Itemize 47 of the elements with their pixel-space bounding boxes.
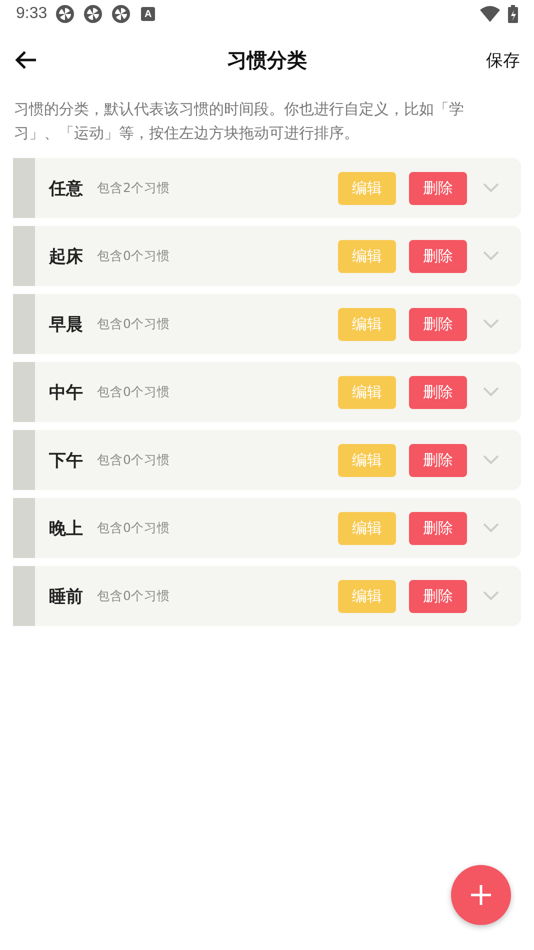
drag-handle[interactable] (13, 430, 35, 490)
chevron-icon[interactable] (483, 251, 499, 261)
category-name: 睡前 (49, 586, 83, 608)
category-name: 任意 (49, 178, 83, 200)
habit-count: 包含2个习惯 (97, 180, 171, 196)
add-button[interactable] (451, 865, 511, 925)
wifi-icon (480, 6, 500, 22)
delete-button[interactable]: 删除 (409, 444, 467, 476)
category-name: 早晨 (49, 314, 83, 336)
delete-button[interactable]: 删除 (409, 240, 467, 272)
category-name: 起床 (49, 246, 83, 268)
keyboard-icon: A (141, 7, 156, 21)
delete-button[interactable]: 删除 (409, 308, 467, 340)
category-name: 晚上 (49, 518, 83, 540)
chevron-icon[interactable] (483, 387, 499, 397)
delete-button[interactable]: 删除 (409, 172, 467, 204)
chevron-icon[interactable] (483, 183, 499, 193)
page-title: 习惯分类 (227, 48, 307, 72)
battery-icon (508, 5, 518, 23)
app-notification-icon (83, 4, 104, 24)
habit-count: 包含0个习惯 (97, 588, 171, 604)
app-notification-icon (55, 4, 76, 24)
habit-count: 包含0个习惯 (97, 520, 171, 536)
chevron-icon[interactable] (483, 455, 499, 465)
chevron-icon[interactable] (483, 319, 499, 329)
delete-button[interactable]: 删除 (409, 376, 467, 408)
delete-button[interactable]: 删除 (409, 512, 467, 544)
drag-handle[interactable] (13, 498, 35, 558)
habit-count: 包含0个习惯 (97, 316, 171, 332)
plus-icon (470, 884, 492, 906)
category-name: 下午 (49, 450, 83, 472)
app-notification-icon (111, 4, 132, 24)
habit-count: 包含0个习惯 (97, 452, 171, 468)
drag-handle[interactable] (13, 158, 35, 218)
habit-count: 包含0个习惯 (97, 384, 171, 400)
drag-handle[interactable] (13, 226, 35, 286)
drag-handle[interactable] (13, 566, 35, 626)
description-text: 习惯的分类，默认代表该习惯的时间段。你也进行自定义，比如「学习」、「运动」等，按住左边方块拖动可进行排序。 (14, 99, 465, 144)
habit-count: 包含0个习惯 (97, 248, 171, 264)
category-name: 中午 (49, 382, 83, 404)
chevron-icon[interactable] (483, 591, 499, 601)
chevron-icon[interactable] (483, 523, 499, 533)
drag-handle[interactable] (13, 294, 35, 354)
delete-button[interactable]: 删除 (409, 580, 467, 612)
save-button[interactable]: 保存 (486, 44, 520, 76)
time: 9:33 (16, 5, 48, 23)
drag-handle[interactable] (13, 362, 35, 422)
